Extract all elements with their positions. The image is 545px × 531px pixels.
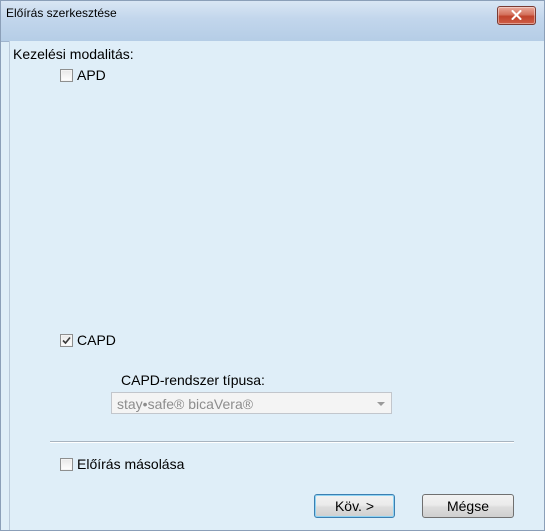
apd-checkbox-label: APD <box>77 67 106 83</box>
dialog-content: Kezelési modalitás: APD CAPD CAPD-rendsz… <box>9 41 544 530</box>
window-title: Előírás szerkesztése <box>6 6 117 20</box>
treatment-modality-label: Kezelési modalitás: <box>13 46 134 62</box>
divider <box>50 441 514 443</box>
next-button[interactable]: Köv. > <box>314 494 395 518</box>
copy-prescription-checkbox[interactable] <box>60 457 73 471</box>
apd-checkbox-row[interactable]: APD <box>60 67 106 83</box>
dialog-window: Előírás szerkesztése Kezelési modalitás:… <box>0 0 545 531</box>
close-button[interactable] <box>497 6 536 25</box>
checkmark-icon <box>62 336 71 344</box>
title-bar[interactable]: Előírás szerkesztése <box>1 1 544 42</box>
capd-system-type-label: CAPD-rendszer típusa: <box>121 372 265 388</box>
capd-checkbox-label: CAPD <box>77 332 116 348</box>
close-icon <box>511 10 522 20</box>
chevron-down-icon[interactable] <box>377 402 385 406</box>
apd-checkbox[interactable] <box>60 68 73 82</box>
capd-system-select-value: stay•safe® bicaVera® <box>117 396 254 412</box>
cancel-button[interactable]: Mégse <box>422 494 514 518</box>
capd-system-select[interactable]: stay•safe® bicaVera® <box>111 392 392 414</box>
copy-prescription-label: Előírás másolása <box>77 456 185 472</box>
capd-checkbox[interactable] <box>60 333 73 347</box>
copy-prescription-checkbox-row[interactable]: Előírás másolása <box>60 456 184 472</box>
capd-checkbox-row[interactable]: CAPD <box>60 332 116 348</box>
